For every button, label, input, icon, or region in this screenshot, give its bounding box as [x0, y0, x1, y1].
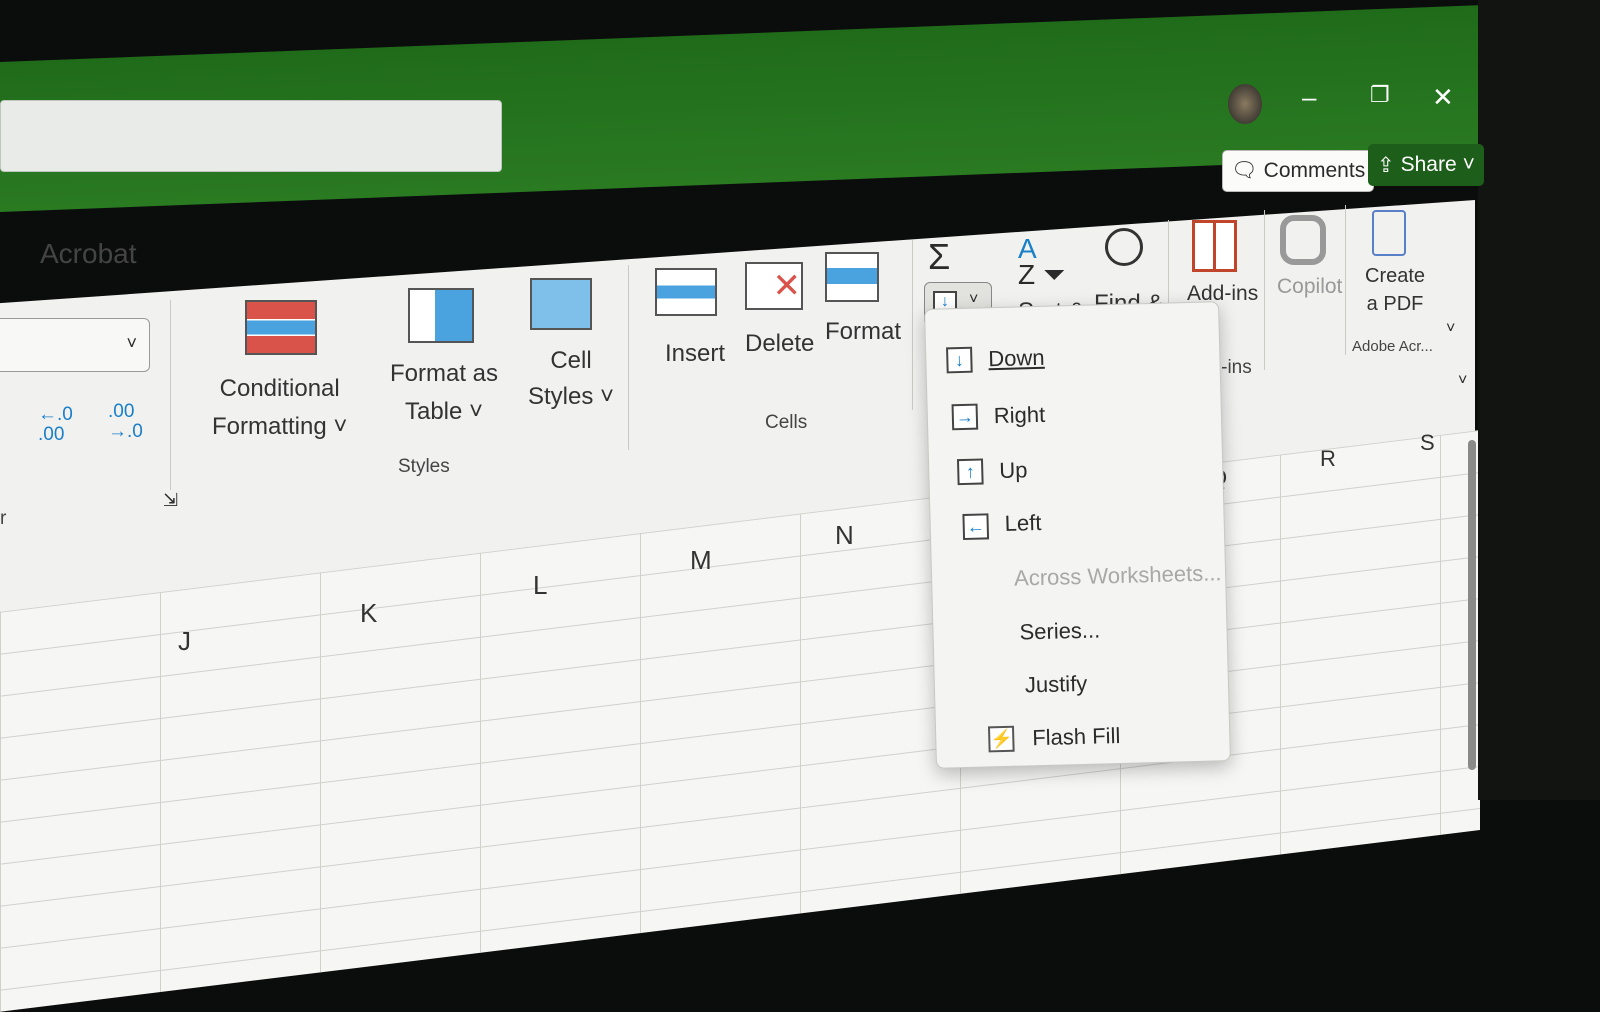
insert-cells-icon — [655, 268, 717, 316]
number-format-dropdown[interactable]: ˅ — [0, 318, 150, 372]
menu-item-series[interactable]: Series... — [1019, 617, 1100, 645]
column-header-n[interactable]: N — [835, 520, 854, 551]
adobe-group-label: Adobe Acr... — [1352, 338, 1433, 355]
chevron-down-icon: ˅ — [969, 291, 979, 308]
fill-left-icon: ← — [962, 513, 990, 540]
chevron-down-icon: ˅ — [126, 333, 137, 353]
fill-dropdown-menu: ↓ Down → Right ↑ Up ← Left Across Worksh… — [924, 301, 1231, 769]
tab-acrobat[interactable]: Acrobat — [40, 238, 137, 270]
format-as-table-icon — [408, 288, 474, 343]
delete-cells-icon: ✕ — [745, 262, 803, 310]
menu-item-across-worksheets: Across Worksheets... — [1013, 560, 1222, 591]
column-header-k[interactable]: K — [360, 598, 377, 629]
format-button[interactable]: Format — [825, 318, 901, 346]
column-header-r[interactable]: R — [1320, 446, 1336, 472]
avatar[interactable] — [1228, 84, 1262, 124]
column-header-j[interactable]: J — [178, 626, 191, 657]
restore-button[interactable]: ❐ — [1370, 82, 1390, 108]
menu-item-right[interactable]: Right — [994, 402, 1046, 429]
comments-button[interactable]: 🗨 Comments — [1222, 150, 1375, 192]
copilot-icon — [1280, 215, 1326, 265]
formula-bar-expand-button[interactable]: ˅ — [1458, 372, 1467, 390]
minimize-button[interactable]: – — [1302, 82, 1316, 113]
share-icon: ⇪ — [1377, 153, 1395, 177]
create-pdf-button[interactable]: Create a PDF — [1365, 262, 1425, 318]
flash-fill-icon: ⚡ — [987, 725, 1015, 753]
menu-item-justify[interactable]: Justify — [1025, 671, 1088, 699]
vertical-scrollbar[interactable] — [1468, 440, 1476, 770]
create-pdf-icon — [1372, 210, 1406, 256]
conditional-formatting-button[interactable]: Conditional Formatting ˅ — [212, 370, 347, 446]
column-header-s[interactable]: S — [1420, 430, 1435, 456]
format-as-table-button[interactable]: Format as Table ˅ — [390, 355, 498, 431]
menu-item-flash-fill[interactable]: Flash Fill — [1032, 723, 1121, 751]
column-header-l[interactable]: L — [533, 570, 547, 601]
close-button[interactable]: ✕ — [1432, 82, 1454, 113]
search-box[interactable] — [0, 100, 502, 172]
screen-bezel — [1478, 0, 1600, 800]
conditional-formatting-icon — [245, 300, 317, 355]
fill-right-icon: → — [951, 403, 979, 431]
menu-item-up[interactable]: Up — [999, 457, 1028, 484]
cell-styles-button[interactable]: Cell Styles ˅ — [528, 343, 614, 415]
sort-filter-icon: AZ ⏷ — [1018, 233, 1066, 290]
copilot-button[interactable]: Copilot — [1277, 275, 1342, 299]
autosum-button[interactable]: Σ — [928, 236, 950, 278]
add-ins-icon — [1192, 220, 1237, 272]
column-header-m[interactable]: M — [690, 545, 712, 576]
number-group-label: r — [0, 508, 7, 529]
fill-up-icon: ↑ — [956, 458, 984, 486]
share-button[interactable]: ⇪ Share ˅ — [1368, 144, 1484, 186]
increase-decimal-button[interactable]: ←.0 .00 — [38, 405, 88, 445]
collapse-ribbon-button[interactable]: ˅ — [1446, 320, 1455, 338]
menu-item-left[interactable]: Left — [1004, 510, 1041, 537]
decrease-decimal-button[interactable]: .00 →.0 — [108, 402, 158, 442]
insert-button[interactable]: Insert — [665, 340, 725, 368]
fill-down-icon: ↓ — [946, 346, 973, 374]
styles-group-label: Styles — [398, 456, 450, 477]
format-cells-icon — [825, 252, 879, 302]
menu-item-down[interactable]: Down — [988, 345, 1045, 372]
dialog-launcher-icon[interactable]: ⇲ — [163, 490, 178, 511]
cells-group-label: Cells — [765, 412, 808, 433]
magnifier-icon — [1105, 228, 1143, 266]
cell-styles-icon — [530, 278, 592, 330]
chevron-down-icon: ˅ — [1462, 153, 1475, 176]
comment-icon: 🗨 — [1231, 159, 1258, 182]
delete-button[interactable]: Delete — [745, 330, 814, 358]
